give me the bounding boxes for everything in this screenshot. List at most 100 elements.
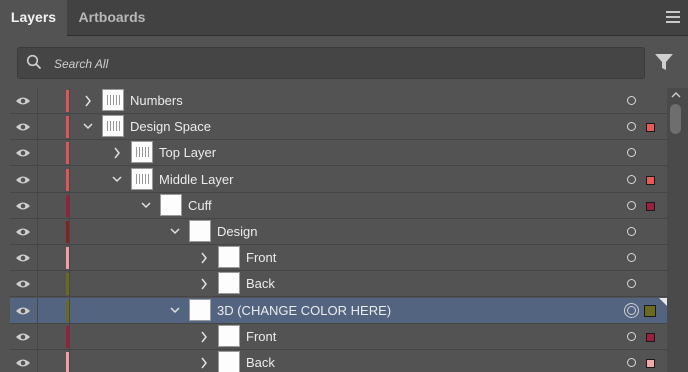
eye-icon[interactable] [15, 253, 31, 263]
chevron-down-icon[interactable] [111, 173, 123, 187]
eye-icon[interactable] [15, 175, 31, 185]
layer-row[interactable]: Middle Layer [10, 166, 667, 193]
chevron-right-icon[interactable] [111, 146, 123, 160]
eye-icon[interactable] [15, 279, 31, 289]
target-circle-icon[interactable] [624, 302, 639, 318]
target-circle-icon[interactable] [627, 358, 636, 367]
selection-indicator[interactable] [646, 201, 655, 211]
layer-row[interactable]: Back [10, 271, 667, 298]
chevron-down-icon[interactable] [169, 304, 181, 318]
eye-icon[interactable] [15, 358, 31, 368]
layer-row[interactable]: Top Layer [10, 140, 667, 167]
tab-layers[interactable]: Layers [0, 0, 67, 36]
layer-thumbnail [218, 351, 240, 372]
eye-icon[interactable] [15, 332, 31, 342]
target-circle-icon[interactable] [627, 227, 636, 236]
layer-thumbnail [102, 115, 124, 138]
column-divider [37, 219, 38, 245]
layer-color-bar [66, 168, 69, 191]
layer-row[interactable]: Numbers [10, 88, 667, 114]
eye-icon[interactable] [15, 122, 31, 132]
layer-row[interactable]: Design [10, 219, 667, 245]
filter-funnel-icon[interactable] [654, 53, 674, 71]
layer-thumbnail [189, 220, 211, 242]
target-circle-icon[interactable] [627, 331, 636, 341]
search-input[interactable] [52, 50, 636, 78]
layer-row[interactable]: 3D (CHANGE COLOR HERE) [10, 297, 667, 324]
selection-indicator[interactable] [646, 332, 655, 342]
layer-color-bar [66, 325, 69, 348]
layer-color-bar [66, 247, 69, 270]
layer-color-bar [66, 116, 69, 139]
target-circle-icon[interactable] [627, 122, 636, 132]
tab-artboards[interactable]: Artboards [67, 0, 157, 35]
layer-color-bar [66, 299, 69, 322]
chevron-down-icon[interactable] [169, 225, 181, 239]
scrollbar-thumb[interactable] [670, 104, 681, 134]
chevron-down-icon[interactable] [82, 120, 94, 134]
layer-name[interactable]: Top Layer [159, 145, 216, 160]
chevron-right-icon[interactable] [198, 251, 210, 265]
layer-name[interactable]: Front [246, 250, 276, 265]
layer-name[interactable]: Design [217, 224, 257, 239]
column-divider [37, 245, 38, 272]
column-divider [69, 140, 70, 167]
chevron-right-icon[interactable] [82, 94, 94, 108]
column-divider [37, 192, 38, 219]
layer-color-bar [66, 221, 69, 243]
layer-name[interactable]: Middle Layer [159, 172, 233, 187]
selection-indicator[interactable] [646, 123, 655, 133]
eye-icon[interactable] [15, 227, 31, 237]
scroll-up-arrow-icon[interactable] [670, 90, 682, 100]
eye-icon[interactable] [15, 306, 31, 316]
selection-indicator[interactable] [644, 304, 656, 317]
column-divider [69, 350, 70, 372]
layer-thumbnail [218, 272, 240, 295]
target-circle-icon[interactable] [627, 96, 636, 105]
column-divider [37, 140, 38, 167]
layer-row[interactable]: Design Space [10, 114, 667, 141]
layer-color-bar [66, 352, 69, 372]
column-divider [69, 245, 70, 272]
target-circle-icon[interactable] [627, 279, 636, 289]
layer-thumbnail [218, 246, 240, 269]
layer-thumbnail [131, 167, 153, 190]
eye-icon[interactable] [15, 148, 31, 158]
hamburger-menu-icon[interactable] [666, 11, 680, 26]
layer-name[interactable]: Back [246, 355, 275, 370]
layers-list: Numbers Design Space Top Layer Middle La… [10, 88, 667, 372]
current-layer-triangle-icon [659, 297, 667, 306]
layer-name[interactable]: Back [246, 276, 275, 291]
layer-row[interactable]: Cuff [10, 192, 667, 219]
eye-icon[interactable] [15, 96, 31, 106]
scrollbar[interactable] [667, 88, 688, 372]
target-circle-icon[interactable] [627, 253, 636, 263]
selection-indicator[interactable] [646, 359, 655, 368]
layer-thumbnail [131, 141, 153, 164]
chevron-right-icon[interactable] [198, 277, 210, 291]
search-box [17, 47, 645, 79]
target-circle-icon[interactable] [627, 200, 636, 210]
layer-row[interactable]: Front [10, 323, 667, 350]
layer-name[interactable]: 3D (CHANGE COLOR HERE) [217, 303, 391, 318]
target-circle-icon[interactable] [627, 174, 636, 184]
chevron-down-icon[interactable] [140, 199, 152, 213]
layer-color-bar [66, 194, 69, 217]
column-divider [37, 297, 38, 324]
layer-name[interactable]: Numbers [130, 93, 183, 108]
chevron-right-icon[interactable] [198, 356, 210, 370]
eye-icon[interactable] [15, 201, 31, 211]
layer-row[interactable]: Front [10, 245, 667, 272]
layer-name[interactable]: Front [246, 329, 276, 344]
chevron-right-icon[interactable] [198, 330, 210, 344]
layer-name[interactable]: Design Space [130, 119, 211, 134]
target-circle-icon[interactable] [627, 148, 636, 158]
layer-thumbnail [218, 324, 240, 347]
column-divider [69, 219, 70, 245]
column-divider [69, 323, 70, 350]
layer-thumbnail [102, 89, 124, 111]
search-icon [26, 54, 42, 70]
layer-row[interactable]: Back [10, 350, 667, 372]
selection-indicator[interactable] [646, 175, 655, 185]
layer-name[interactable]: Cuff [188, 198, 212, 213]
